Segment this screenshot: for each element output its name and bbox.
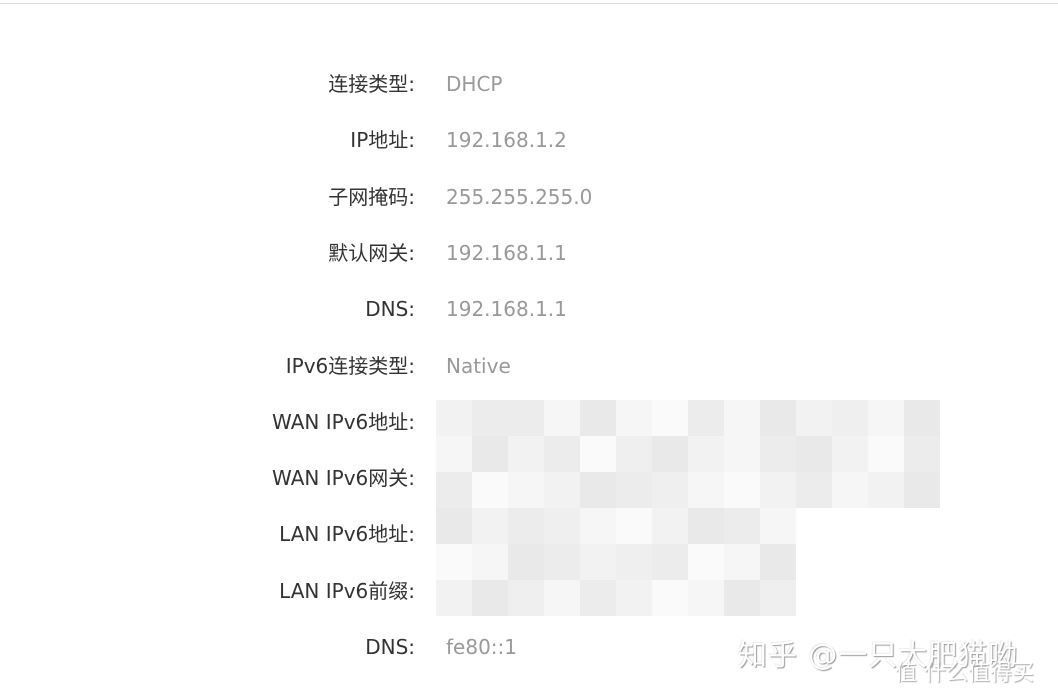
field-value: 192.168.1.2	[446, 128, 567, 153]
pixelated-block	[544, 436, 580, 472]
pixelated-block	[508, 580, 544, 616]
pixelated-block	[580, 400, 616, 436]
field-label: DNS:	[365, 297, 415, 322]
pixelated-block	[688, 508, 724, 544]
pixelated-block	[904, 472, 940, 508]
pixelated-block	[724, 580, 760, 616]
pixelated-block	[760, 508, 796, 544]
pixelated-block	[472, 580, 508, 616]
field-value: DHCP	[446, 72, 503, 96]
pixelated-block	[724, 400, 760, 436]
pixelated-block	[688, 472, 724, 508]
pixelated-block	[724, 472, 760, 508]
info-row: 子网掩码: 255.255.255.0	[0, 177, 1058, 217]
pixelated-block	[580, 472, 616, 508]
field-label: WAN IPv6地址:	[272, 409, 415, 434]
pixelated-block	[652, 544, 688, 580]
pixelated-block	[652, 508, 688, 544]
pixelated-block	[724, 508, 760, 544]
field-label: LAN IPv6地址:	[279, 522, 415, 547]
info-row: IPv6连接类型: Native	[0, 346, 1058, 386]
pixelated-block	[436, 508, 472, 544]
pixelated-block	[544, 400, 580, 436]
info-row: 默认网关: 192.168.1.1	[0, 233, 1058, 273]
field-label: 默认网关:	[328, 240, 415, 265]
info-row: IP地址: 192.168.1.2	[0, 120, 1058, 160]
pixelated-block	[724, 436, 760, 472]
pixelated-block	[508, 508, 544, 544]
pixelated-block	[868, 472, 904, 508]
pixelated-block	[688, 400, 724, 436]
pixelated-block	[616, 400, 652, 436]
pixelated-block	[760, 580, 796, 616]
pixelated-block	[472, 400, 508, 436]
pixelated-block	[796, 472, 832, 508]
field-value: 192.168.1.1	[446, 297, 567, 322]
field-label: WAN IPv6网关:	[272, 466, 415, 491]
pixelated-block	[472, 472, 508, 508]
field-label: IP地址:	[350, 128, 415, 153]
field-label: DNS:	[365, 635, 415, 659]
pixelated-block	[832, 400, 868, 436]
pixelated-block	[904, 436, 940, 472]
field-value: Native	[446, 353, 511, 378]
pixelated-block	[436, 544, 472, 580]
pixelated-block	[544, 580, 580, 616]
pixelated-block	[760, 544, 796, 580]
pixelated-block	[508, 436, 544, 472]
pixelated-block	[760, 472, 796, 508]
pixelated-block	[796, 436, 832, 472]
pixelated-block	[616, 508, 652, 544]
field-value: fe80::1	[446, 635, 517, 659]
pixelated-block	[580, 508, 616, 544]
pixelated-block	[580, 436, 616, 472]
redacted-ipv6-values	[436, 400, 940, 616]
pixelated-block	[544, 544, 580, 580]
pixelated-block	[652, 472, 688, 508]
pixelated-block	[652, 400, 688, 436]
pixelated-block	[508, 544, 544, 580]
pixelated-block	[760, 436, 796, 472]
pixelated-block	[436, 400, 472, 436]
pixelated-block	[616, 580, 652, 616]
field-label: 连接类型:	[328, 72, 415, 96]
pixelated-block	[832, 472, 868, 508]
pixelated-block	[544, 472, 580, 508]
field-label: IPv6连接类型:	[285, 353, 415, 378]
field-label: LAN IPv6前缀:	[279, 578, 415, 603]
pixelated-block	[652, 580, 688, 616]
pixelated-block	[760, 400, 796, 436]
info-row: 连接类型: DHCP	[0, 64, 1058, 104]
pixelated-block	[436, 472, 472, 508]
pixelated-block	[580, 544, 616, 580]
pixelated-block	[724, 544, 760, 580]
pixelated-block	[688, 436, 724, 472]
field-value: 192.168.1.1	[446, 240, 567, 265]
pixelated-block	[868, 400, 904, 436]
pixelated-block	[508, 472, 544, 508]
pixelated-block	[796, 400, 832, 436]
watermark-secondary: 值 什么值得买	[895, 661, 1034, 686]
pixelated-block	[472, 544, 508, 580]
pixelated-block	[436, 436, 472, 472]
pixelated-block	[616, 472, 652, 508]
pixelated-block	[652, 436, 688, 472]
pixelated-block	[904, 400, 940, 436]
top-divider	[0, 3, 1058, 4]
pixelated-block	[688, 580, 724, 616]
info-row: DNS: 192.168.1.1	[0, 289, 1058, 329]
pixelated-block	[544, 508, 580, 544]
pixelated-block	[508, 400, 544, 436]
pixelated-block	[472, 508, 508, 544]
pixelated-block	[580, 580, 616, 616]
pixelated-block	[688, 544, 724, 580]
pixelated-block	[616, 436, 652, 472]
pixelated-block	[868, 436, 904, 472]
pixelated-block	[436, 580, 472, 616]
pixelated-block	[472, 436, 508, 472]
pixelated-block	[832, 436, 868, 472]
pixelated-block	[616, 544, 652, 580]
field-label: 子网掩码:	[328, 184, 415, 209]
field-value: 255.255.255.0	[446, 184, 593, 209]
